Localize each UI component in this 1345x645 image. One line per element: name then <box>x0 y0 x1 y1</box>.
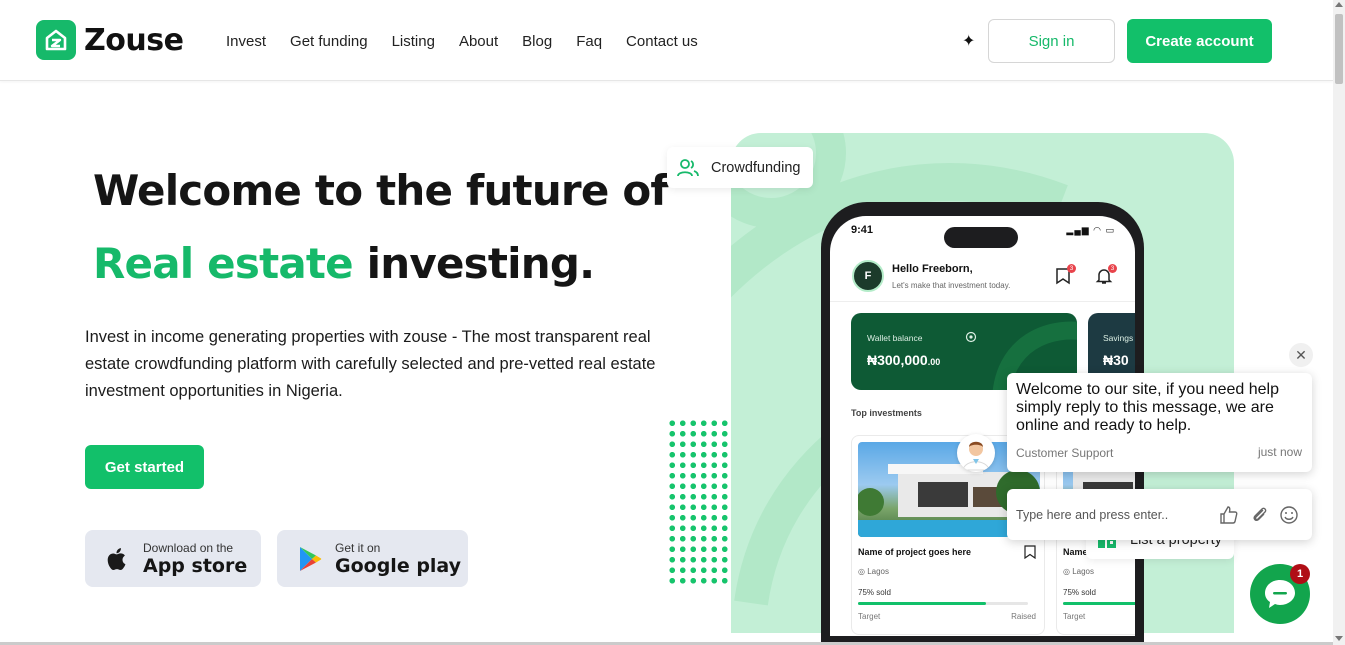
property-sold: 75% sold <box>1063 588 1096 597</box>
property-target: Target <box>858 612 881 621</box>
sign-in-button[interactable]: Sign in <box>988 19 1115 63</box>
support-agent-avatar <box>957 434 995 472</box>
sparkle-icon[interactable]: ✦ <box>962 31 975 51</box>
nav-invest[interactable]: Invest <box>226 33 266 50</box>
google-play-button[interactable]: Get it on Google play <box>277 530 468 587</box>
create-account-button[interactable]: Create account <box>1127 19 1272 63</box>
wallet-amount: ₦300,000.00 <box>867 352 941 368</box>
nav-faq[interactable]: Faq <box>576 33 602 50</box>
property-target: Target <box>1063 612 1086 621</box>
chat-bubble-icon <box>1265 580 1295 608</box>
site-header: Zouse Invest Get funding Listing About B… <box>0 0 1333 81</box>
greeting-subtext: Let's make that investment today. <box>892 281 1011 290</box>
nav-contact-us[interactable]: Contact us <box>626 33 698 50</box>
thumbs-up-icon[interactable] <box>1219 505 1239 525</box>
chat-timestamp: just now <box>1257 445 1302 459</box>
user-avatar: F <box>852 260 884 292</box>
nav-blog[interactable]: Blog <box>522 33 552 50</box>
bookmark-icon: 3 <box>1054 264 1076 285</box>
crowdfunding-label: Crowdfunding <box>711 159 801 176</box>
scroll-thumb[interactable] <box>1335 14 1343 84</box>
hero-title-rest: investing. <box>352 239 595 288</box>
dynamic-island <box>944 227 1018 248</box>
main-nav: Invest Get funding Listing About Blog Fa… <box>226 33 722 50</box>
scroll-down-arrow-icon[interactable] <box>1335 636 1343 641</box>
bell-icon: 3 <box>1095 264 1117 285</box>
signal-wifi-battery-icon: ▂▄▆ ◠ ▭ <box>1066 225 1115 235</box>
wallet-label: Wallet balance <box>867 333 923 343</box>
users-icon <box>677 158 699 176</box>
chat-input-box[interactable]: Type here and press enter.. <box>1007 489 1312 540</box>
property-name: Name of project goes here <box>858 547 972 557</box>
chat-message-bubble[interactable]: Welcome to our site, if you need help si… <box>1007 373 1312 472</box>
chat-unread-badge: 1 <box>1290 564 1310 584</box>
bookmark-badge: 3 <box>1067 264 1076 273</box>
hero-title-accent: Real estate <box>93 239 354 288</box>
get-started-button[interactable]: Get started <box>85 445 204 489</box>
bookmark-icon <box>1024 545 1036 559</box>
google-play-big-label: Google play <box>335 554 462 577</box>
phone-time: 9:41 <box>851 224 874 236</box>
google-play-small-label: Get it on <box>335 540 381 555</box>
property-location: ◎ Lagos <box>1063 567 1094 576</box>
property-raised: Raised <box>1011 612 1036 621</box>
brand-logo[interactable]: Zouse <box>36 20 184 60</box>
top-investments-heading: Top investments <box>851 408 922 418</box>
chat-sender: Customer Support <box>1016 446 1114 460</box>
paperclip-icon[interactable] <box>1250 505 1270 525</box>
savings-amount: ₦30 <box>1103 352 1129 368</box>
nav-listing[interactable]: Listing <box>392 33 435 50</box>
hero-title-line2: Real estate investing. <box>93 239 595 288</box>
crowdfunding-chip: Crowdfunding <box>667 147 813 188</box>
brand-name: Zouse <box>84 22 184 58</box>
dot-pattern-decoration <box>667 418 731 588</box>
app-store-button[interactable]: Download on the App store <box>85 530 261 587</box>
property-progress <box>858 602 1028 605</box>
page-scrollbar[interactable] <box>1333 0 1345 645</box>
apple-icon <box>105 545 131 573</box>
bell-badge: 3 <box>1108 264 1117 273</box>
google-play-icon <box>297 545 323 573</box>
phone-divider <box>830 301 1135 302</box>
logo-house-icon <box>36 20 76 60</box>
nav-about[interactable]: About <box>459 33 498 50</box>
property-location: ◎ Lagos <box>858 567 889 576</box>
property-sold: 75% sold <box>858 588 891 597</box>
property-progress <box>1063 602 1135 605</box>
nav-get-funding[interactable]: Get funding <box>290 33 368 50</box>
app-store-small-label: Download on the <box>143 540 234 555</box>
location-pin-icon: ◎ <box>858 567 868 576</box>
location-pin-icon: ◎ <box>1063 567 1073 576</box>
greeting-text: Hello Freeborn, <box>892 263 973 275</box>
chat-input-placeholder[interactable]: Type here and press enter.. <box>1016 508 1168 522</box>
emoji-icon[interactable] <box>1279 505 1299 525</box>
app-store-big-label: App store <box>143 554 248 577</box>
hero-description: Invest in income generating properties w… <box>85 328 656 400</box>
savings-label: Savings <box>1103 333 1134 343</box>
chat-close-icon[interactable]: ✕ <box>1289 343 1313 367</box>
hero-title-line1: Welcome to the future of <box>93 166 669 215</box>
eye-icon <box>965 331 977 343</box>
chat-message-text: Welcome to our site, if you need help si… <box>1016 381 1279 434</box>
scroll-up-arrow-icon[interactable] <box>1335 2 1343 7</box>
